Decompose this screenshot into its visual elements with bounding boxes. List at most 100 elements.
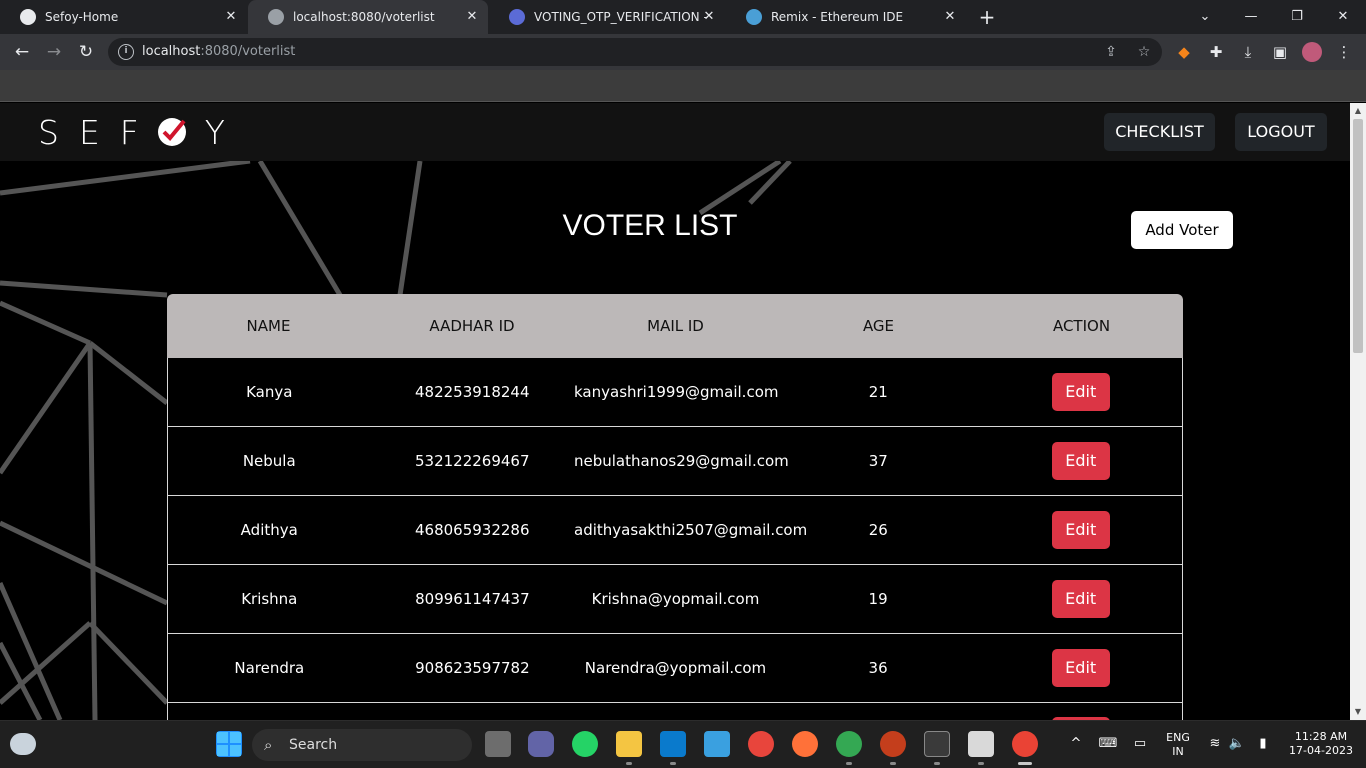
new-tab-icon[interactable]: + — [976, 6, 998, 28]
minimize-icon[interactable]: — — [1239, 6, 1263, 28]
voter-table: NAME AADHAR ID MAIL ID AGE ACTION Kanya … — [167, 294, 1183, 720]
metamask-icon[interactable]: ◆ — [1174, 42, 1194, 62]
clock-date: 17-04-2023 — [1289, 744, 1353, 757]
voter-aadhar: 809961147437 — [415, 590, 530, 608]
bookmark-star-icon[interactable]: ☆ — [1135, 43, 1153, 61]
show-hidden-icons-icon[interactable]: ^ — [1068, 735, 1084, 753]
close-tab-icon[interactable]: ✕ — [701, 9, 717, 25]
voter-name: Nebula — [242, 452, 296, 470]
voter-age: 37 — [868, 452, 888, 470]
taskbar-search[interactable]: ⌕ Search — [252, 729, 472, 761]
close-tab-icon[interactable]: ✕ — [942, 9, 958, 25]
checklist-button[interactable]: CHECKLIST — [1104, 113, 1215, 151]
scroll-up-icon[interactable]: ▲ — [1350, 104, 1366, 118]
reload-icon[interactable]: ↻ — [74, 41, 98, 63]
table-row: Narendra 908623597782 Narendra@yopmail.c… — [167, 634, 1183, 703]
monitor-icon[interactable] — [704, 731, 730, 757]
search-label: Search — [289, 737, 338, 753]
file-explorer-icon[interactable] — [616, 731, 642, 757]
logout-button[interactable]: LOGOUT — [1235, 113, 1327, 151]
edit-button[interactable]: Edit — [1051, 511, 1110, 549]
battery-icon[interactable]: ▮ — [1252, 735, 1274, 753]
firefox-icon[interactable] — [792, 731, 818, 757]
extensions-icon[interactable]: ✚ — [1206, 42, 1226, 62]
page-scrollbar[interactable]: ▲ ▼ — [1350, 103, 1366, 720]
close-window-icon[interactable]: ✕ — [1331, 6, 1355, 28]
url-text[interactable]: localhost:8080/voterlist — [142, 44, 295, 59]
edit-button[interactable]: Edit — [1051, 649, 1110, 687]
column-header-action: ACTION — [1052, 317, 1111, 335]
running-indicator — [934, 762, 940, 765]
tab-voterlist[interactable]: localhost:8080/voterlist ✕ — [248, 0, 488, 34]
keyboard-icon[interactable]: ⌨ — [1098, 735, 1118, 753]
row-action: Edit — [980, 511, 1183, 549]
url-host: localhost — [142, 44, 201, 59]
terminal-icon[interactable] — [924, 731, 950, 757]
side-panel-icon[interactable]: ▣ — [1270, 42, 1290, 62]
row-action: Edit — [980, 442, 1183, 480]
voter-name: Adithya — [240, 521, 298, 539]
back-icon[interactable]: ← — [10, 41, 34, 63]
voter-mail: kanyashri1999@gmail.com — [574, 383, 779, 401]
table-row: Nebula 532122269467 nebulathanos29@gmail… — [167, 427, 1183, 496]
tab-voting-otp[interactable]: VOTING_OTP_VERIFICATION - sh ✕ — [489, 0, 725, 34]
add-voter-button[interactable]: Add Voter — [1131, 211, 1233, 249]
forward-icon[interactable]: → — [42, 41, 66, 63]
task-view-icon[interactable] — [485, 731, 511, 757]
remix-icon — [746, 9, 762, 25]
tab-remix[interactable]: Remix - Ethereum IDE ✕ — [726, 0, 966, 34]
snipping-tool-icon[interactable] — [968, 731, 994, 757]
row-action: Edit — [980, 373, 1183, 411]
edit-button[interactable]: Edit — [1051, 580, 1110, 618]
whatsapp-icon[interactable] — [572, 731, 598, 757]
share-icon[interactable]: ⇪ — [1102, 43, 1120, 61]
column-header-mail: MAIL ID — [647, 317, 704, 335]
windows-taskbar: ⌕ Search ^ ⌨ ▭ ENG IN ≋ 🔈 ▮ 11:28 AM 17-… — [0, 720, 1366, 768]
tab-search-icon[interactable]: ⌄ — [1193, 6, 1217, 28]
clock-time: 11:28 AM — [1294, 730, 1348, 743]
profile-avatar-icon[interactable] — [1302, 42, 1322, 62]
vscode-icon[interactable] — [660, 731, 686, 757]
chrome-profile-icon[interactable] — [836, 731, 862, 757]
voter-mail: Narendra@yopmail.com — [584, 659, 767, 677]
running-indicator — [890, 762, 896, 765]
row-action: Edit — [979, 580, 1182, 618]
teams-chat-icon[interactable] — [528, 731, 554, 757]
voter-age: 26 — [868, 521, 888, 539]
voter-name: Narendra — [234, 659, 305, 677]
restore-icon[interactable]: ❐ — [1285, 6, 1309, 28]
voter-name: Kanya — [246, 383, 293, 401]
site-info-icon[interactable]: i — [118, 44, 134, 60]
running-indicator — [846, 762, 852, 765]
tab-sefoy-home[interactable]: Sefoy-Home ✕ — [0, 0, 247, 34]
wifi-icon[interactable]: ≋ — [1206, 735, 1224, 753]
chrome-icon[interactable] — [748, 731, 774, 757]
powerpoint-icon[interactable] — [880, 731, 906, 757]
column-header-name: NAME — [246, 317, 291, 335]
clock[interactable]: 11:28 AM 17-04-2023 — [1282, 730, 1360, 758]
close-tab-icon[interactable]: ✕ — [464, 9, 480, 25]
language-indicator[interactable]: ENG IN — [1160, 731, 1196, 759]
active-indicator — [1018, 762, 1032, 765]
menu-kebab-icon[interactable]: ⋮ — [1334, 42, 1354, 62]
scroll-down-icon[interactable]: ▼ — [1350, 705, 1366, 719]
download-icon[interactable]: ⤓ — [1238, 42, 1258, 62]
chrome-active-icon[interactable] — [1012, 731, 1038, 757]
app-navbar: SEF Y CHECKLIST LOGOUT — [0, 103, 1350, 161]
address-bar[interactable]: i localhost:8080/voterlist ⇪ ☆ — [108, 38, 1162, 66]
browser-toolbar: ← → ↻ i localhost:8080/voterlist ⇪ ☆ ◆ ✚… — [0, 34, 1366, 70]
edit-button[interactable]: Edit — [1051, 373, 1110, 411]
search-icon: ⌕ — [264, 736, 273, 754]
close-tab-icon[interactable]: ✕ — [223, 9, 239, 25]
row-action: Edit — [979, 649, 1182, 687]
voter-name: Krishna — [241, 590, 298, 608]
globe-icon — [268, 9, 284, 25]
windows-start-icon[interactable] — [216, 731, 242, 757]
volume-muted-icon[interactable]: 🔈 — [1228, 735, 1246, 753]
touchpad-icon[interactable]: ▭ — [1130, 735, 1150, 753]
edit-button[interactable]: Edit — [1051, 442, 1110, 480]
weather-icon[interactable] — [10, 733, 36, 755]
sefoy-logo[interactable]: SEF Y — [38, 113, 245, 152]
voter-mail: nebulathanos29@gmail.com — [574, 452, 789, 470]
scrollbar-thumb[interactable] — [1353, 119, 1363, 353]
